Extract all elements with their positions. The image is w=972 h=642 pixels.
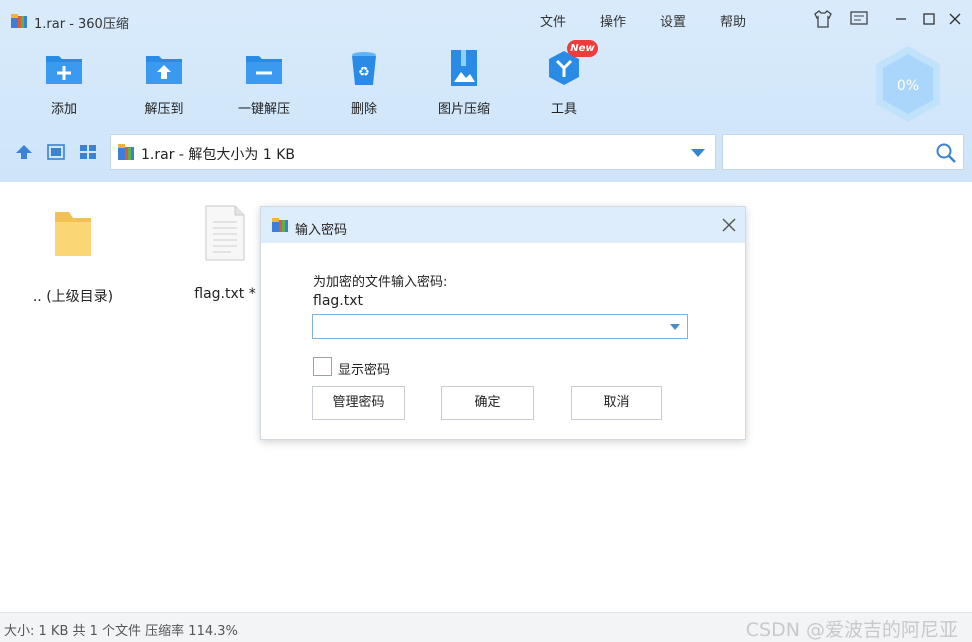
new-badge: New (567, 40, 598, 57)
app-window: 1.rar - 360压缩 文件 操作 设置 帮助 添加 解压到 一键解压 ♻ … (0, 0, 972, 642)
address-bar[interactable]: 1.rar - 解包大小为 1 KB (110, 134, 716, 170)
grid-view-icon[interactable] (78, 142, 98, 162)
password-dialog: 输入密码 为加密的文件输入密码: flag.txt 显示密码 管理密码 确定 取… (260, 206, 746, 440)
chevron-down-icon[interactable] (670, 324, 680, 330)
dialog-prompt: 为加密的文件输入密码: (313, 275, 448, 290)
manage-password-button[interactable]: 管理密码 (312, 386, 405, 420)
window-title: 1.rar - 360压缩 (34, 17, 129, 32)
close-window-icon[interactable] (944, 8, 966, 30)
toolbar-add-button[interactable]: 添加 (19, 48, 109, 118)
text-file-icon (203, 204, 247, 262)
status-text: 大小: 1 KB 共 1 个文件 压缩率 114.3% (4, 624, 238, 639)
list-view-icon[interactable] (46, 142, 66, 162)
add-folder-icon (44, 48, 84, 88)
search-box[interactable] (722, 134, 964, 170)
address-text: 1.rar - 解包大小为 1 KB (141, 147, 295, 163)
skin-icon[interactable] (812, 8, 834, 30)
close-icon[interactable] (719, 215, 739, 235)
up-arrow-icon[interactable] (14, 142, 34, 162)
toolbar-one-click-extract-button[interactable]: 一键解压 (219, 48, 309, 118)
show-password-checkbox[interactable] (313, 357, 332, 376)
rar-archive-icon (10, 13, 28, 29)
search-icon[interactable] (935, 142, 957, 164)
chevron-down-icon[interactable] (691, 149, 705, 157)
toolbar-extract-to-button[interactable]: 解压到 (119, 48, 209, 118)
show-password-label[interactable]: 显示密码 (338, 359, 390, 378)
folder-icon (51, 204, 95, 262)
minimize-icon[interactable] (890, 8, 912, 30)
ok-button[interactable]: 确定 (441, 386, 534, 420)
menu-settings[interactable]: 设置 (660, 11, 686, 30)
one-click-extract-icon (244, 48, 284, 88)
title-bar[interactable]: 1.rar - 360压缩 文件 操作 设置 帮助 (0, 0, 972, 38)
progress-label: 0% (896, 78, 920, 94)
menu-operation[interactable]: 操作 (600, 11, 626, 30)
cancel-button[interactable]: 取消 (571, 386, 662, 420)
file-item-parent-dir[interactable]: .. (上级目录) (18, 200, 128, 310)
toolbar-image-compress-button[interactable]: 图片压缩 (419, 48, 509, 118)
password-input[interactable] (312, 314, 688, 339)
dialog-title: 输入密码 (295, 223, 348, 238)
toolbar-tools-button[interactable]: 工具 (519, 48, 609, 118)
rar-archive-icon (117, 143, 135, 161)
svg-text:♻: ♻ (358, 65, 370, 80)
watermark: CSDN @爱波吉的阿尼亚 (745, 619, 958, 641)
file-item-label: .. (上级目录) (32, 289, 114, 305)
rar-archive-icon (271, 217, 289, 233)
dialog-filename: flag.txt (313, 293, 363, 309)
maximize-icon[interactable] (918, 8, 940, 30)
header-area: 1.rar - 360压缩 文件 操作 设置 帮助 添加 解压到 一键解压 ♻ … (0, 0, 972, 182)
feedback-icon[interactable] (848, 8, 870, 30)
extract-to-icon (144, 48, 184, 88)
status-bar: 大小: 1 KB 共 1 个文件 压缩率 114.3% CSDN @爱波吉的阿尼… (0, 612, 972, 642)
menu-help[interactable]: 帮助 (720, 11, 746, 30)
toolbar-delete-button[interactable]: ♻ 删除 (319, 48, 409, 118)
dialog-title-bar[interactable]: 输入密码 (261, 207, 745, 243)
menu-file[interactable]: 文件 (540, 11, 566, 30)
image-compress-icon (444, 48, 484, 88)
recycle-bin-icon: ♻ (344, 48, 384, 88)
